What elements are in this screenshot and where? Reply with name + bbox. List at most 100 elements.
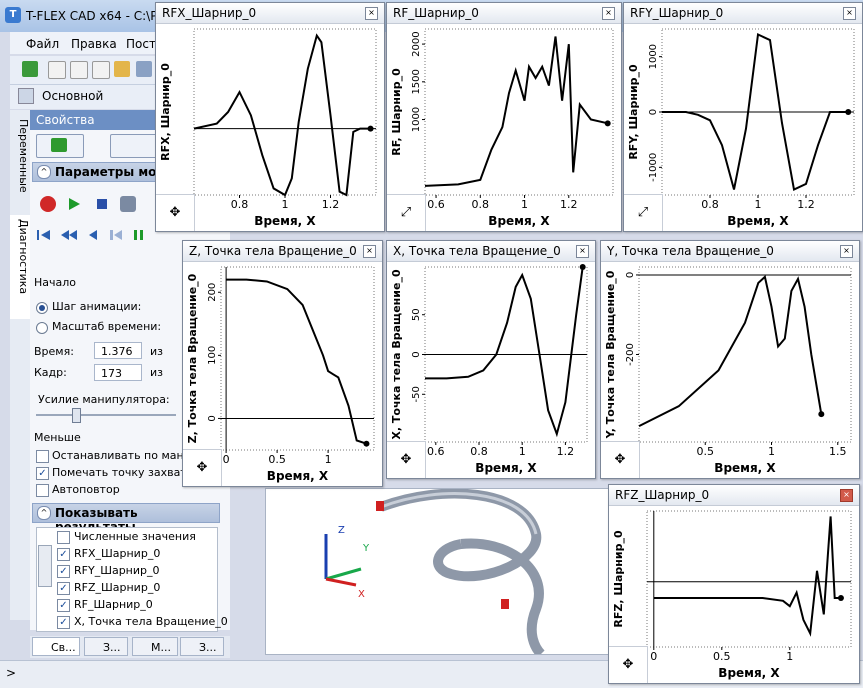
- result-checkbox[interactable]: ✓: [57, 548, 70, 561]
- x-tick-label: 0.6: [427, 445, 445, 458]
- move-icon[interactable]: ✥: [387, 441, 426, 478]
- save-icon[interactable]: [136, 61, 152, 77]
- plot-window-y[interactable]: Y, Точка тела Вращение_0 × 0.5 1 1.5 0 -200 Вре…: [600, 240, 860, 479]
- frame-field[interactable]: 173: [94, 364, 142, 381]
- preview-button[interactable]: [110, 134, 158, 158]
- x-axis-label: Время, X: [267, 469, 329, 483]
- close-icon[interactable]: ×: [840, 245, 853, 258]
- 3d-viewport[interactable]: Z Y X: [265, 488, 612, 658]
- move-icon[interactable]: ✥: [156, 194, 195, 231]
- plot-window-rfx[interactable]: RFX_Шарнир_0 × 0.8 1 1.2 Время, X RFX, Шарнир_…: [155, 2, 385, 232]
- tab-tasks[interactable]: З...: [84, 637, 128, 656]
- triad-z-label: Z: [338, 525, 345, 536]
- tab-layers[interactable]: З...: [180, 637, 224, 656]
- move-icon[interactable]: ✥: [609, 646, 648, 683]
- plot-title: Z, Точка тела Вращение_0: [189, 244, 357, 258]
- autorepeat-checkbox[interactable]: [36, 484, 49, 497]
- close-icon[interactable]: ×: [363, 245, 376, 258]
- command-prompt-icon: >: [6, 666, 17, 680]
- plot-window-x[interactable]: X, Точка тела Вращение_0 × 0.6 0.8 1 1.2 -50 0 5…: [386, 240, 596, 479]
- plot-title: Y, Точка тела Вращение_0: [607, 244, 774, 258]
- new-document-icon[interactable]: [48, 61, 66, 79]
- step-backward-icon[interactable]: [86, 228, 100, 245]
- radio-time-scale[interactable]: [36, 322, 48, 334]
- open-folder-icon[interactable]: [114, 61, 130, 77]
- plot-window-z[interactable]: Z, Точка тела Вращение_0 × 0 0.5 1 0 100 200 Вре…: [182, 240, 383, 487]
- x-tick-label: 1.2: [557, 445, 575, 458]
- radio-anim-step[interactable]: [36, 302, 48, 314]
- section-show-results[interactable]: ^ Показывать результаты: [32, 503, 220, 534]
- record-icon[interactable]: [40, 196, 56, 212]
- y-tick-label: 200: [207, 283, 218, 302]
- manipulator-force-label: Усилие манипулятора:: [38, 393, 170, 406]
- results-list-scrollbar[interactable]: [38, 545, 52, 587]
- time-of-label: из: [150, 345, 163, 358]
- tab-models[interactable]: М...: [132, 637, 178, 656]
- result-label: X, Точка тела Вращение_0: [74, 615, 228, 628]
- fast-backward-icon[interactable]: [60, 228, 78, 245]
- series-line: [226, 278, 367, 445]
- close-icon[interactable]: ×: [843, 7, 856, 20]
- stop-icon[interactable]: [94, 196, 110, 212]
- menu-file[interactable]: Файл: [26, 37, 59, 51]
- x-tick-label: 1: [755, 198, 762, 211]
- resize-icon[interactable]: ⤢: [387, 194, 426, 231]
- plot-title-bar[interactable]: X, Точка тела Вращение_0 ×: [387, 241, 595, 262]
- properties-title: Свойства: [36, 113, 95, 127]
- result-checkbox[interactable]: ✓: [57, 599, 70, 612]
- y-tick-label: 1000: [411, 107, 422, 132]
- tab-variables[interactable]: Переменные: [10, 115, 30, 214]
- plot-title-bar[interactable]: Z, Точка тела Вращение_0 ×: [183, 241, 382, 262]
- time-field[interactable]: 1.376: [94, 342, 142, 359]
- collapse-icon: ^: [37, 165, 51, 179]
- plot-window-rfz[interactable]: RFZ_Шарнир_0 × 0 0.5 1 Время, X RFZ, Шарнир_0 ✥: [608, 484, 860, 684]
- manipulator-slider-track: [36, 414, 176, 416]
- y-tick-label: -200: [625, 343, 636, 366]
- stop-by-manipulator-checkbox[interactable]: [36, 450, 49, 463]
- tab-properties[interactable]: Св...: [32, 637, 80, 656]
- move-icon[interactable]: ✥: [183, 449, 222, 486]
- to-start-icon[interactable]: [36, 228, 54, 245]
- series-line: [425, 266, 584, 438]
- ok-button[interactable]: [36, 134, 84, 158]
- plot-title-bar[interactable]: RFX_Шарнир_0 ×: [156, 3, 384, 24]
- play-icon[interactable]: [66, 196, 82, 212]
- x-axis-label: Время, X: [727, 214, 789, 228]
- resize-icon[interactable]: ⤢: [624, 194, 663, 231]
- camera-icon[interactable]: [120, 196, 136, 212]
- plot-title-bar[interactable]: RFZ_Шарнир_0 ×: [609, 485, 859, 506]
- plot-title-bar[interactable]: RFY_Шарнир_0 ×: [624, 3, 862, 24]
- close-icon[interactable]: ×: [576, 245, 589, 258]
- result-checkbox[interactable]: [57, 531, 70, 544]
- frame-back-icon[interactable]: [108, 228, 124, 245]
- helix-highlight: [380, 492, 538, 535]
- close-icon[interactable]: ×: [602, 7, 615, 20]
- mark-grab-point-checkbox[interactable]: ✓: [36, 467, 49, 480]
- grab-point-marker-lower: [501, 599, 509, 609]
- pause-icon[interactable]: [132, 228, 146, 245]
- result-checkbox[interactable]: ✓: [57, 565, 70, 578]
- plot-title-bar[interactable]: RF_Шарнир_0 ×: [387, 3, 621, 24]
- close-icon[interactable]: ×: [840, 489, 853, 502]
- result-checkbox[interactable]: ✓: [57, 616, 70, 629]
- result-label: RFY_Шарнир_0: [74, 564, 160, 577]
- result-checkbox[interactable]: ✓: [57, 582, 70, 595]
- profile-selector[interactable]: Основной: [42, 89, 103, 103]
- app-logo-icon: T: [5, 7, 21, 23]
- double-chevron-icon[interactable]: [22, 61, 38, 77]
- menu-build[interactable]: Пост: [126, 37, 156, 51]
- new-3d-document-icon[interactable]: [70, 61, 88, 79]
- tab-diagnostics[interactable]: Диагностика: [10, 215, 30, 319]
- move-icon[interactable]: ✥: [601, 441, 640, 478]
- result-label: Численные значения: [74, 530, 196, 543]
- menu-edit[interactable]: Правка: [71, 37, 117, 51]
- close-icon[interactable]: ×: [365, 7, 378, 20]
- manipulator-slider-thumb[interactable]: [72, 408, 81, 423]
- plot-window-rfy[interactable]: RFY_Шарнир_0 × 0.8 1 1.2 -1000 0 1000 Время, X RF…: [623, 2, 863, 232]
- grab-point-marker: [376, 501, 384, 511]
- plot-window-rf[interactable]: RF_Шарнир_0 × 0.6 0.8 1 1.2 1000 1500 2000 Время,…: [386, 2, 622, 232]
- new-assembly-icon[interactable]: [92, 61, 110, 79]
- plot-title-bar[interactable]: Y, Точка тела Вращение_0 ×: [601, 241, 859, 262]
- x-axis-label: Время, X: [714, 461, 776, 475]
- x-axis-label: Время, X: [488, 214, 550, 228]
